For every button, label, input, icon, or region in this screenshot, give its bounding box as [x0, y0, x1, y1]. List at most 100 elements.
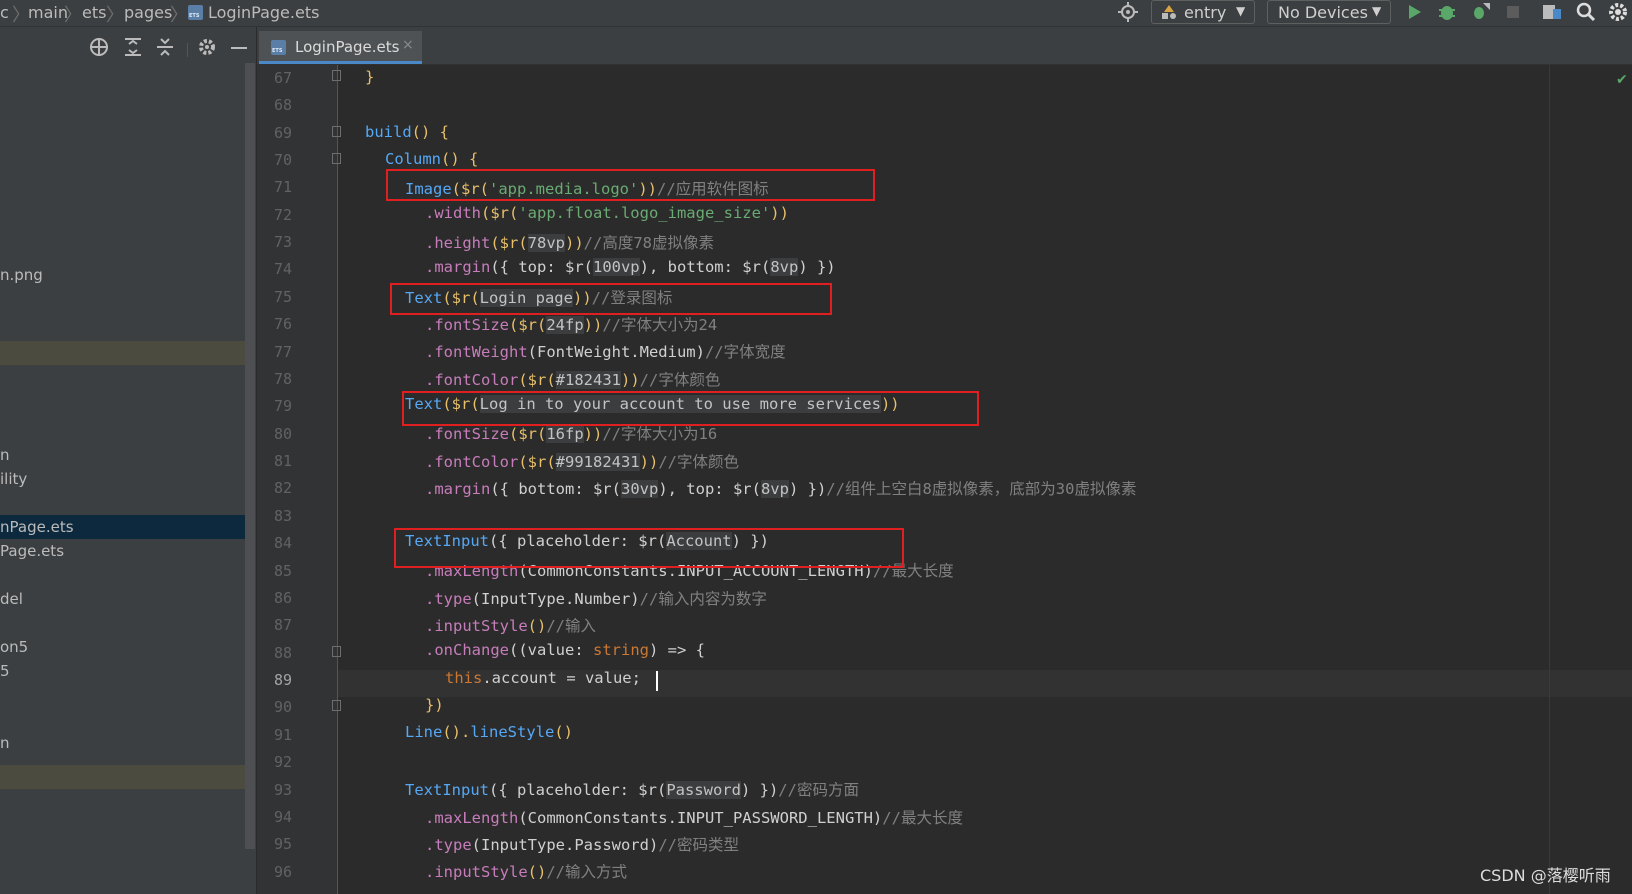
tree-item[interactable]: n	[0, 443, 245, 467]
code-token: #99182431	[555, 453, 640, 471]
stop-icon[interactable]	[1502, 1, 1524, 23]
code-line: .fontColor($r(#99182431))//字体颜色	[425, 450, 739, 472]
line-number: 76	[273, 315, 292, 333]
line-number: 90	[273, 698, 292, 716]
tree-item[interactable]	[0, 765, 245, 789]
code-token: Line	[405, 723, 443, 741]
search-icon[interactable]	[1575, 1, 1597, 23]
line-number: 83	[273, 507, 292, 525]
module-icon	[1162, 5, 1176, 19]
fold-marker[interactable]	[332, 126, 341, 137]
code-comment: //字体颜色	[658, 453, 739, 471]
code-token: .maxLength	[425, 809, 519, 827]
tree-item[interactable]: Page.ets	[0, 539, 245, 563]
fold-marker[interactable]	[332, 70, 341, 81]
run-icon[interactable]	[1403, 1, 1425, 23]
code-token: build	[365, 123, 412, 141]
tree-item[interactable]: n.png	[0, 263, 245, 287]
line-number: 88	[273, 644, 292, 662]
attach-debugger-icon[interactable]	[1469, 1, 1491, 23]
code-token: 78vp	[527, 234, 565, 252]
project-structure-icon[interactable]	[1541, 1, 1563, 23]
code-token: ($r(	[509, 425, 547, 443]
device-selector[interactable]: No Devices ▼	[1267, 0, 1391, 24]
code-line: .height($r(78vp))//高度78虚拟像素	[425, 231, 714, 253]
tree-item-label: Page.ets	[0, 542, 65, 560]
code-token: 100vp	[592, 258, 640, 276]
code-comment: //密码类型	[658, 836, 739, 854]
breadcrumb-item[interactable]: LoginPage.ets	[208, 3, 319, 22]
tree-item-selected[interactable]: nPage.ets	[0, 515, 245, 539]
tree-item[interactable]: ility	[0, 467, 245, 491]
code-token: ) })	[788, 480, 827, 498]
line-number: 72	[273, 206, 292, 224]
code-token: ))	[770, 204, 789, 222]
tree-item[interactable]	[0, 341, 245, 365]
code-comment: //字体大小为16	[602, 425, 718, 443]
editor-tab-bar: LoginPage.ets ×	[257, 27, 1632, 65]
fold-marker[interactable]	[332, 700, 341, 711]
annotation-box-subtitle-text	[402, 391, 979, 426]
code-token: ()	[554, 723, 573, 741]
code-line: build() {	[365, 123, 449, 141]
breadcrumb-item[interactable]: c	[0, 3, 9, 22]
tree-item[interactable]: del	[0, 587, 245, 611]
line-number: 91	[273, 726, 292, 744]
tab-loginpage[interactable]: LoginPage.ets ×	[259, 31, 422, 64]
code-token: .onChange	[425, 641, 509, 659]
code-token: 8vp	[770, 258, 799, 276]
code-token: .inputStyle	[425, 863, 528, 881]
code-token: ) => {	[649, 641, 705, 659]
gear-icon[interactable]	[196, 36, 218, 58]
code-token: ))	[639, 453, 659, 471]
breadcrumb-item[interactable]: pages	[124, 3, 172, 22]
breadcrumb-item[interactable]: ets	[82, 3, 106, 22]
code-comment: //输入内容为数字	[639, 590, 767, 608]
tree-item[interactable]: on5	[0, 635, 245, 659]
target-icon[interactable]	[1117, 1, 1139, 23]
right-margin-guide	[1549, 65, 1550, 894]
code-token: ($r(	[518, 371, 556, 389]
code-token: ().	[442, 723, 471, 741]
code-token: (InputType.Password)	[471, 836, 659, 854]
code-comment: //字体大小为24	[602, 316, 718, 334]
text-caret	[656, 671, 658, 691]
breadcrumb-separator: 〉	[170, 5, 188, 26]
code-token: ) })	[798, 258, 836, 276]
fold-marker[interactable]	[332, 646, 341, 657]
breadcrumb-separator: 〉	[106, 5, 124, 26]
line-number: 86	[273, 589, 292, 607]
breadcrumb-item[interactable]: main	[28, 3, 68, 22]
close-icon[interactable]: ×	[402, 37, 414, 53]
debug-icon[interactable]	[1436, 1, 1458, 23]
minimize-icon[interactable]	[228, 36, 250, 58]
code-token: .margin	[425, 480, 491, 498]
code-token: (FontWeight.Medium)	[527, 343, 705, 361]
collapse-all-icon[interactable]	[154, 36, 176, 58]
expand-all-icon[interactable]	[122, 36, 144, 58]
module-selector[interactable]: entry ▼	[1151, 0, 1255, 24]
code-comment: //字体颜色	[639, 371, 721, 389]
fold-marker[interactable]	[332, 153, 341, 164]
code-token: ({ top: $r(	[490, 258, 593, 276]
tree-item-label: n	[0, 446, 10, 464]
project-sidebar: n.png n ility nPage.ets Page.ets del on5…	[0, 27, 256, 894]
tree-item[interactable]: 5	[0, 659, 245, 683]
gear-icon[interactable]	[1607, 1, 1629, 23]
tree-item[interactable]: n	[0, 731, 245, 755]
locate-icon[interactable]	[88, 36, 110, 58]
code-comment: //组件上空白8虚拟像素，底部为30虚拟像素	[826, 480, 1137, 498]
tree-item-label: n.png	[0, 266, 43, 284]
code-line: TextInput({ placeholder: $r(Password) })…	[405, 778, 859, 800]
code-token: ((value:	[509, 641, 593, 659]
code-token: .type	[425, 836, 472, 854]
line-number: 69	[273, 124, 292, 142]
line-number: 74	[273, 260, 292, 278]
line-number: 78	[273, 370, 292, 388]
code-token: .fontSize	[425, 425, 509, 443]
tree-item-label: nPage.ets	[0, 518, 74, 536]
code-token: Column	[385, 150, 441, 168]
sidebar-scrollbar[interactable]	[245, 63, 255, 849]
code-line: .fontWeight(FontWeight.Medium)//字体宽度	[425, 340, 786, 362]
code-line: }	[365, 68, 374, 86]
